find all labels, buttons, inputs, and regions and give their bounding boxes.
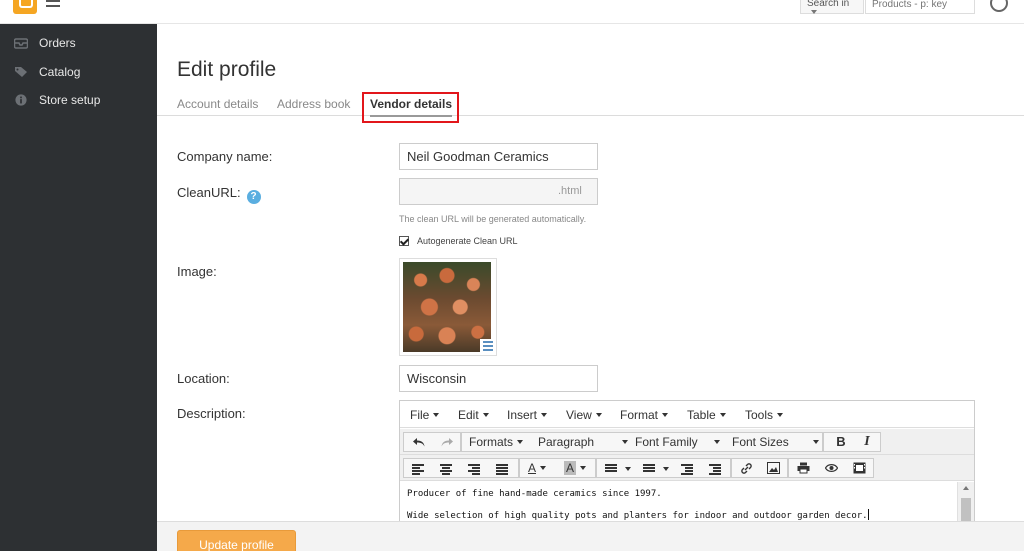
font-family-dropdown[interactable]: Font Family [635,433,720,451]
description-paragraph-2: Wide selection of high quality pots and … [407,509,869,521]
search-in-dropdown[interactable]: Search in [800,0,864,14]
tag-icon [15,67,27,77]
image-label: Image: [177,264,217,279]
clean-url-suffix: .html [550,178,598,205]
image-icon[interactable] [767,462,780,474]
company-name-label: Company name: [177,149,273,164]
help-icon[interactable]: ? [246,190,261,204]
main-content: Edit profile Account details Address boo… [157,24,1024,551]
hamburger-icon[interactable] [46,0,60,8]
bullet-list-icon[interactable] [605,464,617,473]
autogenerate-checkbox[interactable] [399,236,409,246]
menu-view[interactable]: View [566,408,602,422]
numbered-list-caret[interactable] [663,467,669,471]
sidebar-item-orders[interactable]: Orders [0,30,157,56]
preview-icon[interactable] [825,463,838,473]
cart-logo-icon[interactable] [13,0,37,14]
sidebar-item-catalog[interactable]: Catalog [0,59,157,85]
company-name-input[interactable]: Neil Goodman Ceramics [399,143,598,170]
align-left-icon[interactable] [412,464,424,475]
undo-icon[interactable] [412,436,426,448]
italic-button[interactable]: I [860,433,874,451]
sidebar-item-label: Orders [39,36,76,50]
bullet-list-caret[interactable] [625,467,631,471]
top-bar: Search in [0,0,1024,24]
clean-url-label: CleanURL:? [177,185,261,204]
footer-bar: Update profile [157,521,1024,551]
sidebar-item-label: Store setup [39,93,101,107]
autogenerate-label: Autogenerate Clean URL [417,236,518,246]
page-title: Edit profile [177,58,277,81]
menu-table[interactable]: Table [687,408,726,422]
location-label: Location: [177,371,230,386]
editor-toolbar-2: A A [400,455,974,481]
editor-menubar: File Edit Insert View Format Table Tools [400,401,974,428]
sidebar-item-label: Catalog [39,65,81,79]
description-paragraph-1: Producer of fine hand-made ceramics sinc… [407,489,662,499]
align-justify-icon[interactable] [496,464,508,475]
sidebar-item-store-setup[interactable]: Store setup [0,87,157,113]
link-icon[interactable] [740,462,753,475]
location-input[interactable]: Wisconsin [399,365,598,392]
indent-icon[interactable] [709,464,721,475]
align-right-icon[interactable] [468,464,480,475]
clean-url-input[interactable] [399,178,551,205]
menu-tools[interactable]: Tools [745,408,784,422]
menu-file[interactable]: File [410,408,440,422]
text-cursor [867,509,869,520]
update-profile-button[interactable]: Update profile [177,530,296,551]
menu-format[interactable]: Format [620,408,669,422]
tabs: Account details Address book Vendor deta… [157,94,1024,117]
outdent-icon[interactable] [681,464,693,475]
orders-icon [14,38,28,49]
tab-address-book[interactable]: Address book [277,97,350,111]
align-center-icon[interactable] [440,464,452,475]
image-menu-icon[interactable] [480,339,496,353]
bold-button[interactable]: B [834,433,848,451]
background-color-button[interactable]: A [564,459,587,477]
paragraph-dropdown[interactable]: Paragraph [538,433,629,451]
menu-insert[interactable]: Insert [507,408,548,422]
sidebar: Orders Catalog Store setup [0,24,157,551]
ceramics-photo [403,262,491,352]
menu-edit[interactable]: Edit [458,408,489,422]
redo-icon[interactable] [440,436,454,448]
description-label: Description: [177,406,246,421]
tab-highlight-box [362,92,459,123]
print-icon[interactable] [797,462,810,474]
text-color-button[interactable]: A [528,459,547,477]
user-avatar-icon[interactable] [990,0,1008,12]
scroll-up-arrow-icon[interactable] [963,486,969,490]
font-sizes-dropdown[interactable]: Font Sizes [732,433,819,451]
search-input[interactable] [865,0,975,14]
media-icon[interactable] [853,462,866,474]
info-icon [15,94,27,106]
editor-toolbar-1: Formats Paragraph Font Family Font Sizes… [400,429,974,455]
tab-account-details[interactable]: Account details [177,97,258,111]
formats-dropdown[interactable]: Formats [469,433,524,451]
numbered-list-icon[interactable] [643,464,655,473]
clean-url-hint: The clean URL will be generated automati… [399,214,587,224]
